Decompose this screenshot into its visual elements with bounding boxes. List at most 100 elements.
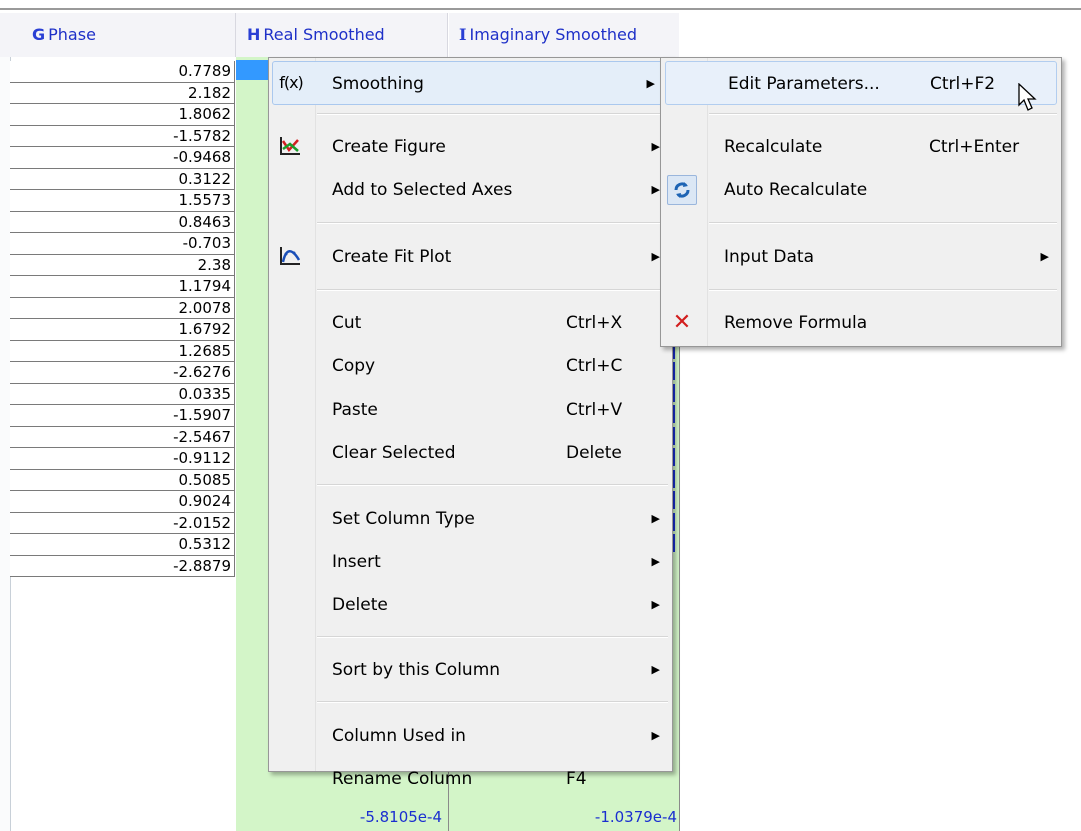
menu-item-label: Clear Selected [332,443,456,463]
menu-item-auto-recalculate[interactable]: Auto Recalculate [661,168,1061,212]
menu-item-edit-parameters[interactable]: Edit Parameters... Ctrl+F2 [665,61,1057,105]
column-header-row: G Phase H Real Smoothed I Imaginary Smoothe… [0,13,680,57]
menu-item-insert[interactable]: Insert ▶ [269,540,672,584]
menu-item-label: Delete [332,595,388,615]
menu-separator [709,289,1057,291]
phase-cell[interactable]: 1.1794 [10,276,235,298]
phase-cell[interactable]: -1.5907 [10,405,235,427]
imaginary-smoothed-last-value[interactable]: -1.0379e-4 [449,806,677,828]
refresh-icon [667,175,697,205]
menu-item-label: Sort by this Column [332,660,501,680]
phase-cell[interactable]: -2.5467 [10,426,235,448]
smoothing-submenu: Edit Parameters... Ctrl+F2 Recalculate C… [660,57,1062,347]
menu-item-column-used-in[interactable]: Column Used in ▶ [269,714,672,758]
menu-item-paste[interactable]: Paste Ctrl+V [269,388,672,432]
menu-item-label: Copy [332,356,376,376]
menu-item-label: Add to Selected Axes [332,180,513,200]
column-header-h[interactable]: H Real Smoothed [236,13,448,57]
phase-cell[interactable]: 2.182 [10,82,235,104]
menu-separator [709,222,1057,224]
phase-cell[interactable]: 0.3122 [10,168,235,190]
mouse-pointer-icon [1018,82,1040,113]
column-letter: H [247,25,261,44]
submenu-arrow-icon: ▶ [646,77,655,90]
submenu-arrow-icon: ▶ [651,183,660,196]
submenu-arrow-icon: ▶ [651,555,660,568]
phase-cell[interactable]: 1.2685 [10,340,235,362]
phase-cell[interactable]: 1.8062 [10,104,235,126]
menu-item-label: Column Used in [332,726,466,746]
menu-item-recalculate[interactable]: Recalculate Ctrl+Enter [661,125,1061,169]
phase-cell[interactable]: 0.5085 [10,469,235,491]
selected-cell[interactable] [236,60,270,80]
column-name: Phase [48,25,96,44]
phase-cell[interactable]: 1.5573 [10,190,235,212]
menu-item-label: Create Figure [332,137,446,157]
menu-item-clear-selected[interactable]: Clear Selected Delete [269,431,672,475]
menu-item-rename-column[interactable]: Rename Column F4 [269,757,672,801]
menu-item-copy[interactable]: Copy Ctrl+C [269,344,672,388]
phase-cell[interactable]: -2.8879 [10,555,235,577]
phase-cell[interactable]: 0.5312 [10,534,235,556]
menu-item-label: Create Fit Plot [332,247,452,267]
phase-cell[interactable]: -1.5782 [10,125,235,147]
menu-item-label: Cut [332,313,362,333]
close-icon: ✕ [672,310,692,335]
phase-cell[interactable]: -0.9468 [10,147,235,169]
menu-item-sort-by-column[interactable]: Sort by this Column ▶ [269,648,672,692]
menu-item-label: Auto Recalculate [724,180,868,200]
menu-item-remove-formula[interactable]: ✕ Remove Formula [661,301,1061,345]
phase-cell[interactable]: 0.7789 [10,61,235,83]
menu-item-shortcut: Ctrl+C [566,356,623,376]
menu-item-delete[interactable]: Delete ▶ [269,583,672,627]
menu-item-create-fit-plot[interactable]: Create Fit Plot ▶ [269,235,672,279]
menu-item-label: Rename Column [332,769,473,789]
menu-separator [317,701,668,703]
menu-item-smoothing[interactable]: f(x) Smoothing ▶ [272,61,668,105]
menu-item-cut[interactable]: Cut Ctrl+X [269,301,672,345]
column-name: Real Smoothed [263,25,385,44]
menu-separator [317,113,668,115]
phase-cell[interactable]: 0.0335 [10,383,235,405]
submenu-arrow-icon: ▶ [1040,250,1049,263]
phase-cell[interactable]: -0.703 [10,233,235,255]
menu-item-label: Input Data [724,247,815,267]
menu-item-shortcut: Delete [566,443,622,463]
phase-cell[interactable]: -2.0152 [10,512,235,534]
column-header-i[interactable]: I Imaginary Smoothed [449,13,679,57]
phase-cell[interactable]: 1.6792 [10,319,235,341]
submenu-arrow-icon: ▶ [651,512,660,525]
phase-cell[interactable]: 2.0078 [10,297,235,319]
menu-item-label: Set Column Type [332,509,475,529]
phase-cell[interactable]: -0.9112 [10,448,235,470]
menu-item-shortcut: Ctrl+F2 [930,74,996,94]
menu-item-label: Recalculate [724,137,823,157]
phase-cell[interactable]: 0.9024 [10,491,235,513]
menu-item-create-figure[interactable]: Create Figure ▶ [269,125,672,169]
menu-separator [317,484,668,486]
column-letter: G [32,25,46,44]
column-context-menu: f(x) Smoothing ▶ Create Figure ▶ Add to … [268,57,673,789]
menu-item-label: Paste [332,400,378,420]
phase-cell[interactable]: -2.6276 [10,362,235,384]
menu-item-add-to-selected-axes[interactable]: Add to Selected Axes ▶ [269,168,672,212]
grid-top-border [0,8,1081,10]
column-letter: I [459,25,467,44]
menu-item-input-data[interactable]: Input Data ▶ [661,235,1061,279]
column-header-g[interactable]: G Phase [0,13,236,57]
menu-item-label: Insert [332,552,381,572]
menu-item-set-column-type[interactable]: Set Column Type ▶ [269,497,672,541]
menu-separator [317,222,668,224]
submenu-arrow-icon: ▶ [651,663,660,676]
phase-cell[interactable]: 0.8463 [10,211,235,233]
menu-item-label: Smoothing [332,74,424,94]
fit-plot-icon [277,245,303,269]
menu-item-shortcut: Ctrl+V [566,400,623,420]
menu-separator [709,113,1057,115]
phase-cell[interactable]: 2.38 [10,254,235,276]
function-icon: f(x) [279,73,304,92]
real-smoothed-last-value[interactable]: -5.8105e-4 [236,806,442,828]
line-chart-icon [277,135,303,159]
menu-item-shortcut: Ctrl+Enter [929,137,1020,157]
submenu-arrow-icon: ▶ [651,250,660,263]
